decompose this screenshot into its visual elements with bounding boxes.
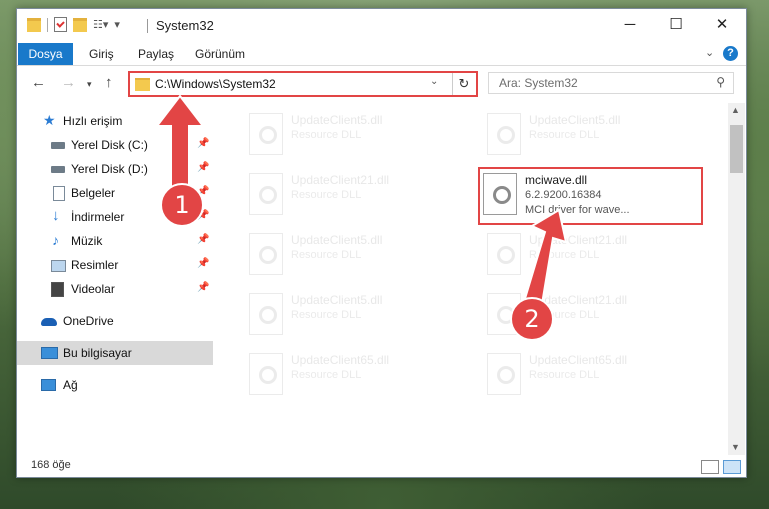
step-badge-1: 1: [160, 183, 204, 227]
annotation-arrows: [154, 94, 568, 312]
arrow-1: [154, 94, 206, 198]
step-badge-2: 2: [510, 297, 554, 341]
arrow-2: [522, 208, 568, 312]
